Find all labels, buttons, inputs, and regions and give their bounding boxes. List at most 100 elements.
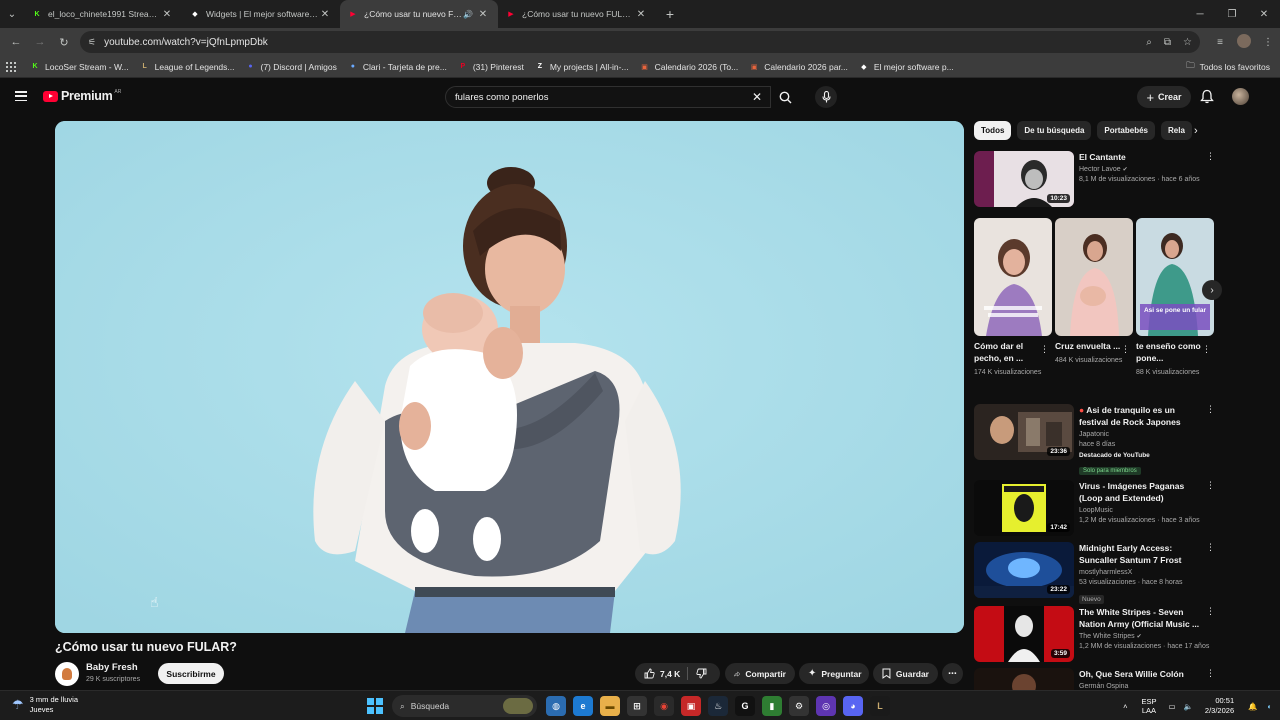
bookmark-item[interactable]: P (31) Pinterest xyxy=(458,62,523,72)
steam-icon[interactable]: ♨ xyxy=(708,696,728,716)
more-options-icon[interactable]: ⋮ xyxy=(1206,669,1214,678)
short-item[interactable]: Asi se pone un fular te enseño como pone… xyxy=(1136,218,1214,378)
video-thumbnail[interactable]: 23:36 xyxy=(974,404,1074,460)
account-avatar[interactable] xyxy=(1232,88,1249,105)
bookmark-item[interactable]: ▣ Calendario 2026 par... xyxy=(749,62,848,72)
recommendation-item[interactable]: 23:36 ● Asi de tranquilo es un festival … xyxy=(974,404,1215,476)
reading-list-icon[interactable]: ≡ xyxy=(1208,37,1232,48)
new-tab-button[interactable]: + xyxy=(656,0,684,28)
language-indicator[interactable]: ESP LAA xyxy=(1141,697,1156,715)
close-tab-icon[interactable]: ✕ xyxy=(634,9,648,20)
short-thumbnail[interactable]: Asi se pone un fular xyxy=(1136,218,1214,336)
chrome-icon[interactable]: ◉ xyxy=(654,696,674,716)
chips-next-icon[interactable]: › xyxy=(1194,125,1198,137)
league-of-legends-icon[interactable]: L xyxy=(870,696,890,716)
search-button[interactable] xyxy=(771,86,799,108)
recommendation-item[interactable]: 3:59 The White Stripes - Seven Nation Ar… xyxy=(974,606,1215,664)
notification-bell-icon[interactable]: 🔔 xyxy=(1248,702,1257,711)
site-info-icon[interactable]: ⚟ xyxy=(88,37,96,48)
short-item[interactable]: Cruz envuelta ... 484 K visualizaciones … xyxy=(1055,218,1133,366)
taskbar-clock[interactable]: 00:51 2/3/2026 xyxy=(1205,696,1234,716)
more-options-icon[interactable]: ⋮ xyxy=(1206,405,1215,414)
like-count[interactable]: 7,4 K xyxy=(660,669,680,679)
edge-icon[interactable]: e xyxy=(573,696,593,716)
video-player[interactable] xyxy=(55,121,964,633)
bookmark-item[interactable]: ● (7) Discord | Amigos xyxy=(246,62,337,72)
save-button[interactable]: Guardar xyxy=(873,663,938,684)
video-thumbnail[interactable]: 23:22 xyxy=(974,542,1074,598)
short-item[interactable]: Cómo dar el pecho, en ... 174 K visualiz… xyxy=(974,218,1052,378)
app-purple-icon[interactable]: ◎ xyxy=(816,696,836,716)
zoom-icon[interactable]: ⌕ xyxy=(1146,37,1152,48)
close-tab-icon[interactable]: ✕ xyxy=(318,9,332,20)
close-tab-icon[interactable]: ✕ xyxy=(476,9,490,20)
chrome-menu-icon[interactable]: ⋮ xyxy=(1256,37,1280,48)
more-actions-button[interactable]: ⋯ xyxy=(942,663,963,684)
minimize-icon[interactable]: ─ xyxy=(1184,0,1216,28)
more-options-icon[interactable]: ⋮ xyxy=(1206,481,1215,490)
recommendation-item[interactable]: Oh, Que Sera Willie Colón Germán Ospina … xyxy=(974,668,1214,690)
menu-icon[interactable] xyxy=(15,91,27,101)
all-bookmarks-button[interactable]: 🗀 Todos los favoritos xyxy=(1186,56,1270,78)
omnibox[interactable]: ⚟ youtube.com/watch?v=jQfnLpmpDbk ⌕ ⧉ ☆ xyxy=(80,31,1200,53)
more-options-icon[interactable]: ⋮ xyxy=(1206,607,1215,616)
video-thumbnail[interactable]: 10:23 xyxy=(974,151,1074,207)
like-icon[interactable] xyxy=(644,668,655,679)
bookmark-item[interactable]: Z My projects | All-in-... xyxy=(535,62,629,72)
more-options-icon[interactable]: ⋮ xyxy=(1206,152,1215,161)
bookmark-item[interactable]: ▣ Calendario 2026 (To... xyxy=(640,62,738,72)
volume-icon[interactable]: 🔈 xyxy=(1184,702,1193,711)
video-thumbnail[interactable]: 17:42 xyxy=(974,480,1074,536)
channel-name[interactable]: LoopMusic xyxy=(1079,506,1201,516)
forward-icon[interactable]: → xyxy=(28,36,52,48)
taskbar-search-box[interactable]: ⌕ Búsqueda xyxy=(392,695,537,717)
file-explorer-icon[interactable]: ▬ xyxy=(600,696,620,716)
filter-chip[interactable]: Todos xyxy=(974,121,1012,140)
more-options-icon[interactable]: ⋮ xyxy=(1121,344,1130,355)
filter-chip[interactable]: De tu búsqueda xyxy=(1017,121,1092,140)
dislike-icon[interactable] xyxy=(696,668,707,679)
voice-search-button[interactable] xyxy=(815,86,837,108)
ask-button[interactable]: ✦ Preguntar xyxy=(799,663,869,684)
recommendation-item[interactable]: 10:23 El Cantante Hector Lavoe ✔ 8,1 M d… xyxy=(974,151,1215,211)
bookmark-item[interactable]: ● Clari - Tarjeta de pre... xyxy=(348,62,447,72)
tray-overflow-icon[interactable]: ˄ xyxy=(1123,702,1127,711)
browser-tab[interactable]: ◆ Widgets | El mejor software pa ✕ xyxy=(182,0,340,28)
tab-audio-icon[interactable]: 🔊 xyxy=(463,10,473,19)
epic-games-icon[interactable]: G xyxy=(735,696,755,716)
create-button[interactable]: + Crear xyxy=(1137,86,1191,108)
channel-name[interactable]: The White Stripes xyxy=(1079,633,1135,640)
more-options-icon[interactable]: ⋮ xyxy=(1206,543,1215,552)
weather-widget[interactable]: ☂ 3 mm de lluvia Jueves xyxy=(12,695,78,715)
clear-search-icon[interactable]: ✕ xyxy=(752,90,762,104)
bookmark-item[interactable]: L League of Legends... xyxy=(140,62,234,72)
discord-icon[interactable]: ◕ xyxy=(843,696,863,716)
short-thumbnail[interactable] xyxy=(974,218,1052,336)
back-icon[interactable]: ← xyxy=(4,36,28,48)
shorts-next-icon[interactable]: › xyxy=(1202,280,1222,300)
close-window-icon[interactable]: ✕ xyxy=(1248,0,1280,28)
recommendation-item[interactable]: 23:22 Midnight Early Access: Suncaller S… xyxy=(974,542,1215,604)
browser-tab[interactable]: ▶ ¿Cómo usar tu nuevo FULAR? - ✕ xyxy=(498,0,656,28)
microsoft-store-icon[interactable]: ⊞ xyxy=(627,696,647,716)
share-button[interactable]: Compartir xyxy=(725,663,795,684)
windows-start-icon[interactable] xyxy=(367,698,383,714)
copilot-tray-icon[interactable]: ◐ xyxy=(1267,702,1272,711)
apps-grid-icon[interactable] xyxy=(6,61,16,72)
bookmark-item[interactable]: ◆ El mejor software p... xyxy=(859,62,954,72)
bookmark-item[interactable]: K LocoSer Stream - W... xyxy=(30,62,128,72)
channel-name[interactable]: Japatonic xyxy=(1079,430,1201,440)
profile-icon[interactable] xyxy=(1232,33,1256,51)
reload-icon[interactable]: ↻ xyxy=(52,36,76,49)
short-thumbnail[interactable] xyxy=(1055,218,1133,336)
app-green-icon[interactable]: ▮ xyxy=(762,696,782,716)
bookmark-star-icon[interactable]: ☆ xyxy=(1183,37,1192,48)
filter-chip[interactable]: Rela xyxy=(1161,121,1192,140)
recommendation-item[interactable]: 17:42 Virus - Imágenes Paganas (Loop and… xyxy=(974,480,1215,540)
search-input[interactable]: fulares como ponerlos ✕ xyxy=(445,86,771,108)
maximize-icon[interactable]: ❐ xyxy=(1216,0,1248,28)
notifications-bell-icon[interactable] xyxy=(1200,89,1214,104)
browser-tab[interactable]: Kel_loco_chinete1991 Stream - W ✕ xyxy=(24,0,182,28)
cast-icon[interactable]: ⧉ xyxy=(1164,37,1171,48)
app-red-icon[interactable]: ▣ xyxy=(681,696,701,716)
